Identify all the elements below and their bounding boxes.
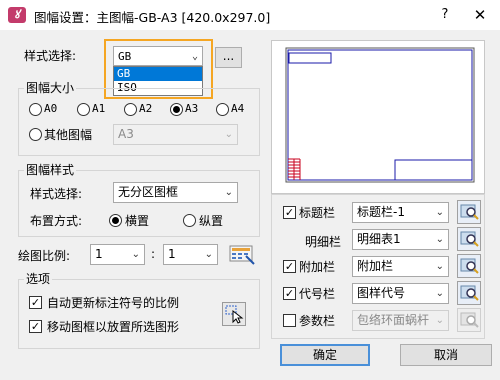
title-block-value: 标题栏-1 — [357, 205, 405, 219]
size-group-label: 图幅大小 — [24, 79, 77, 96]
radio-a1[interactable] — [77, 103, 90, 116]
param-block-label: 参数栏 — [299, 314, 336, 328]
detail-block-label: 明细栏 — [305, 235, 342, 249]
help-button[interactable]: ? — [436, 6, 454, 24]
title-block-checkbox[interactable]: ✓ — [283, 206, 296, 219]
scale-label: 绘图比例: — [18, 249, 71, 263]
style-select-label: 样式选择: — [24, 49, 77, 63]
code-block-label: 代号栏 — [299, 287, 336, 301]
title-block-label: 标题栏 — [299, 206, 336, 220]
scale-left-combo[interactable]: 1 ⌄ — [90, 244, 145, 265]
window-title: 图幅设置：主图幅-GB-A3 [420.0x297.0] — [34, 7, 270, 26]
scale-calculator-icon[interactable] — [229, 244, 256, 266]
dropdown-option-gb[interactable]: GB — [114, 67, 202, 81]
code-block-combo[interactable]: 图样代号 ⌄ — [352, 283, 449, 304]
frame-style-group-label: 图幅样式 — [24, 161, 77, 178]
radio-a4[interactable] — [216, 103, 229, 116]
magnifier-icon — [460, 204, 479, 220]
param-block-checkbox[interactable] — [283, 314, 296, 327]
detail-block-value: 明细表1 — [357, 232, 401, 246]
move-frame-checkbox[interactable]: ✓ — [29, 320, 42, 333]
radio-landscape-label: 横置 — [125, 214, 150, 228]
radio-a4-label: A4 — [231, 102, 245, 115]
style-more-button[interactable]: ... — [215, 47, 242, 68]
dialog-title: 图幅设置 — [34, 10, 85, 25]
magnifier-icon — [460, 312, 479, 328]
chevron-down-icon: ⌄ — [204, 249, 213, 260]
radio-a0[interactable] — [29, 103, 42, 116]
title-block-combo[interactable]: 标题栏-1 ⌄ — [352, 202, 449, 223]
extra-block-label: 附加栏 — [299, 260, 336, 274]
param-block-edit-button[interactable] — [457, 308, 481, 332]
ok-button[interactable]: 确定 — [280, 344, 370, 366]
code-block-value: 图样代号 — [357, 286, 406, 300]
radio-a2-label: A2 — [139, 102, 153, 115]
auto-update-checkbox[interactable]: ✓ — [29, 296, 42, 309]
move-frame-label: 移动图框以放置所选图形 — [47, 320, 180, 334]
param-block-combo[interactable]: 包络环面蜗杆 ⌄ — [352, 310, 449, 331]
code-block-edit-button[interactable] — [457, 281, 481, 305]
size-group — [18, 88, 260, 156]
radio-other[interactable] — [29, 128, 42, 141]
extra-block-checkbox[interactable]: ✓ — [283, 260, 296, 273]
cursor-select-icon — [225, 305, 244, 324]
radio-landscape[interactable] — [109, 214, 122, 227]
layout-label: 布置方式: — [30, 214, 83, 228]
radio-a0-label: A0 — [44, 102, 58, 115]
app-logo-icon: ꙋ — [8, 7, 26, 23]
auto-update-label: 自动更新标注符号的比例 — [47, 296, 180, 310]
code-block-checkbox[interactable]: ✓ — [283, 287, 296, 300]
chevron-down-icon: ⌄ — [224, 187, 233, 198]
frame-name: 主图幅-GB-A3 [420.0x297.0] — [96, 10, 271, 25]
cancel-button[interactable]: 取消 — [400, 344, 492, 366]
radio-a1-label: A1 — [92, 102, 106, 115]
title-separator: ： — [84, 10, 97, 25]
detail-block-edit-button[interactable] — [457, 227, 481, 251]
frame-style-combo[interactable]: 无分区图框 ⌄ — [113, 182, 238, 203]
scale-left-value: 1 — [95, 247, 103, 261]
pick-objects-button[interactable] — [222, 302, 246, 326]
scale-right-value: 1 — [168, 247, 176, 261]
chevron-down-icon: ⌄ — [435, 288, 444, 299]
magnifier-icon — [460, 231, 479, 247]
chevron-down-icon: ⌄ — [191, 51, 198, 62]
frame-style-value: 无分区图框 — [118, 185, 179, 199]
radio-a3[interactable] — [170, 103, 183, 116]
chevron-down-icon: ⌄ — [435, 234, 444, 245]
scale-colon: : — [151, 247, 156, 261]
radio-portrait[interactable] — [183, 214, 196, 227]
radio-other-label: 其他图幅 — [44, 128, 93, 142]
chevron-down-icon: ⌄ — [435, 261, 444, 272]
chevron-down-icon: ⌄ — [224, 129, 233, 140]
scale-right-combo[interactable]: 1 ⌄ — [163, 244, 218, 265]
other-size-value: A3 — [118, 127, 134, 141]
other-size-combo[interactable]: A3 ⌄ — [113, 124, 238, 145]
param-block-value: 包络环面蜗杆 — [357, 313, 430, 327]
close-button[interactable]: ✕ — [470, 5, 490, 25]
radio-a2[interactable] — [124, 103, 137, 116]
radio-portrait-label: 纵置 — [199, 214, 224, 228]
detail-block-combo[interactable]: 明细表1 ⌄ — [352, 229, 449, 250]
extra-block-edit-button[interactable] — [457, 254, 481, 278]
extra-block-combo[interactable]: 附加栏 ⌄ — [352, 256, 449, 277]
magnifier-icon — [460, 258, 479, 274]
preview-panel — [271, 40, 485, 194]
frame-style-select-label: 样式选择: — [30, 187, 83, 201]
chevron-down-icon: ⌄ — [131, 249, 140, 260]
style-select-value: GB — [118, 50, 132, 63]
chevron-down-icon: ⌄ — [435, 315, 444, 326]
title-block-edit-button[interactable] — [457, 200, 481, 224]
options-group-label: 选项 — [24, 270, 53, 287]
radio-a3-label: A3 — [185, 102, 199, 115]
magnifier-icon — [460, 285, 479, 301]
style-select-combo[interactable]: GB ⌄ — [113, 46, 203, 66]
extra-block-value: 附加栏 — [357, 259, 394, 273]
preview-drawing — [285, 47, 475, 183]
chevron-down-icon: ⌄ — [435, 207, 444, 218]
